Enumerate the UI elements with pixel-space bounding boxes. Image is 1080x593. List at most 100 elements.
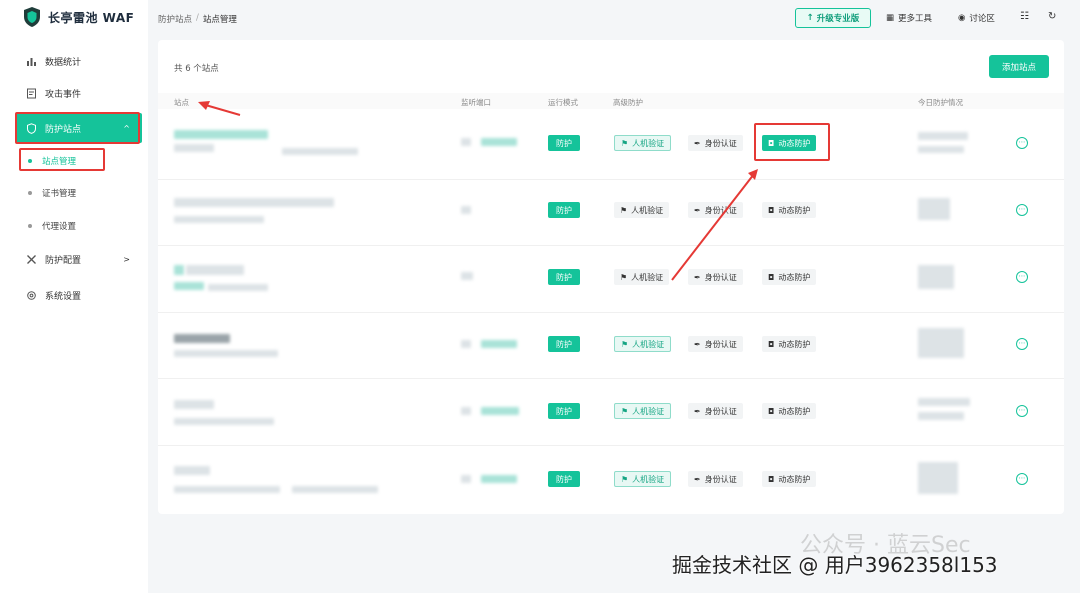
tag-label: 人机验证	[631, 205, 664, 215]
auth-toggle[interactable]: ✒ 身份认证	[688, 202, 743, 218]
tag-label: 动态防护	[778, 205, 811, 215]
sidebar-item-label: 攻击事件	[45, 89, 82, 100]
key-icon: ✒	[694, 406, 701, 416]
app-logo[interactable]: 长亭雷池 WAF	[22, 6, 134, 28]
redacted-stat	[918, 398, 970, 406]
logout-icon[interactable]: ↻	[1048, 11, 1056, 22]
human-verify-toggle[interactable]: ⚑ 人机验证	[614, 471, 672, 487]
sidebar-item-attacks[interactable]: 攻击事件	[16, 78, 142, 108]
redacted-site-name	[174, 466, 210, 475]
redacted-site-name	[174, 334, 230, 343]
redacted-site-url	[174, 418, 274, 425]
gear-icon	[27, 290, 36, 300]
robot-icon: ⚑	[621, 138, 629, 148]
robot-icon: ⚑	[621, 339, 629, 349]
sidebar-subitem-certificates[interactable]: 证书管理	[28, 181, 76, 205]
shield-icon: ◘	[768, 205, 775, 215]
mode-badge: 防护	[548, 135, 580, 151]
bullet-icon	[28, 191, 32, 195]
sidebar-subitem-proxy[interactable]: 代理设置	[28, 214, 76, 238]
dynamic-protect-toggle[interactable]: ◘ 动态防护	[762, 471, 817, 487]
auth-toggle[interactable]: ✒ 身份认证	[688, 336, 743, 352]
upgrade-label: 升级专业版	[816, 14, 860, 24]
more-actions-icon[interactable]: ⋯	[1016, 137, 1028, 149]
more-actions-icon[interactable]: ⋯	[1016, 204, 1028, 216]
mode-badge: 防护	[548, 202, 580, 218]
auth-toggle[interactable]: ✒ 身份认证	[688, 403, 743, 419]
site-count: 共 6 个站点	[174, 64, 219, 74]
translate-icon[interactable]: ☷	[1020, 11, 1029, 22]
sidebar-subitem-label: 证书管理	[42, 189, 77, 199]
more-actions-icon[interactable]: ⋯	[1016, 405, 1028, 417]
human-verify-toggle[interactable]: ⚑ 人机验证	[614, 135, 672, 151]
sidebar-item-stats[interactable]: 数据统计	[16, 46, 142, 76]
row-divider	[158, 179, 1064, 180]
tag-label: 动态防护	[778, 339, 811, 349]
sites-card: 共 6 个站点 添加站点 站点 监听端口 运行模式 高级防护 今日防护情况 防护…	[158, 40, 1064, 514]
human-verify-toggle[interactable]: ⚑ 人机验证	[614, 269, 670, 285]
row-divider	[158, 378, 1064, 379]
redacted-site-name	[186, 265, 244, 275]
redacted-port	[481, 475, 517, 483]
human-verify-toggle[interactable]: ⚑ 人机验证	[614, 403, 672, 419]
top-bar: 防护站点 / 站点管理 ↑ 升级专业版 ▦ 更多工具 ◉ 讨论区 ☷ ↻	[148, 0, 1080, 38]
app-title: 长亭雷池 WAF	[48, 10, 135, 25]
breadcrumb-separator: /	[196, 13, 199, 23]
redacted-site-url	[174, 350, 278, 357]
tag-label: 身份认证	[704, 474, 737, 484]
robot-icon: ⚑	[621, 474, 629, 484]
bar-chart-icon	[27, 57, 36, 66]
dynamic-protect-toggle[interactable]: ◘ 动态防护	[762, 135, 817, 151]
breadcrumb-item[interactable]: 防护站点	[158, 13, 192, 25]
redacted-port	[461, 206, 471, 214]
sidebar-item-protection-config[interactable]: 防护配置 >	[16, 244, 142, 274]
row-divider	[158, 245, 1064, 246]
more-actions-icon[interactable]: ⋯	[1016, 271, 1028, 283]
tag-label: 人机验证	[631, 272, 664, 282]
sidebar-subitem-site-management[interactable]: 站点管理	[28, 149, 76, 173]
sidebar: 长亭雷池 WAF 数据统计 攻击事件 防护站点 ^ 站点管理 证书管理 代理设置	[0, 0, 148, 593]
breadcrumb: 防护站点 / 站点管理	[158, 13, 237, 25]
column-header-mode: 运行模式	[548, 98, 578, 107]
forum-link[interactable]: ◉ 讨论区	[958, 12, 995, 24]
dynamic-protect-toggle[interactable]: ◘ 动态防护	[762, 269, 817, 285]
redacted-port	[481, 407, 519, 415]
key-icon: ✒	[694, 138, 701, 148]
redacted-port	[461, 407, 471, 415]
sidebar-item-protected-sites[interactable]: 防护站点 ^	[16, 113, 142, 143]
auth-toggle[interactable]: ✒ 身份认证	[688, 471, 743, 487]
redacted-stat	[918, 146, 964, 153]
row-divider	[158, 445, 1064, 446]
tag-label: 动态防护	[778, 138, 811, 148]
more-tools-link[interactable]: ▦ 更多工具	[886, 12, 932, 24]
shield-icon	[27, 122, 36, 134]
tag-label: 动态防护	[778, 406, 811, 416]
redacted-port	[461, 138, 471, 146]
human-verify-toggle[interactable]: ⚑ 人机验证	[614, 336, 672, 352]
add-site-button[interactable]: 添加站点	[989, 55, 1049, 78]
shield-icon: ◘	[768, 339, 775, 349]
sidebar-subitem-label: 站点管理	[42, 157, 77, 167]
dynamic-protect-toggle[interactable]: ◘ 动态防护	[762, 403, 817, 419]
key-icon: ✒	[694, 205, 701, 215]
auth-toggle[interactable]: ✒ 身份认证	[688, 135, 743, 151]
dynamic-protect-toggle[interactable]: ◘ 动态防护	[762, 202, 817, 218]
sidebar-item-system-settings[interactable]: 系统设置	[16, 280, 142, 310]
redacted-stat	[918, 132, 968, 140]
redacted-site-name	[174, 400, 214, 409]
redacted-site-url	[174, 144, 214, 152]
more-actions-icon[interactable]: ⋯	[1016, 473, 1028, 485]
dynamic-protect-toggle[interactable]: ◘ 动态防护	[762, 336, 817, 352]
redacted-site-url	[174, 282, 204, 290]
upgrade-button[interactable]: ↑ 升级专业版	[795, 8, 871, 28]
auth-toggle[interactable]: ✒ 身份认证	[688, 269, 743, 285]
human-verify-toggle[interactable]: ⚑ 人机验证	[614, 202, 670, 218]
column-header-port: 监听端口	[461, 98, 491, 107]
row-divider	[158, 312, 1064, 313]
redacted-site-name	[174, 198, 334, 207]
redacted-stat	[918, 412, 964, 420]
shield-icon: ◘	[768, 138, 775, 148]
more-actions-icon[interactable]: ⋯	[1016, 338, 1028, 350]
watermark-juejin: 掘金技术社区 @ 用户3962358l153	[672, 553, 998, 577]
tag-label: 身份认证	[704, 272, 737, 282]
